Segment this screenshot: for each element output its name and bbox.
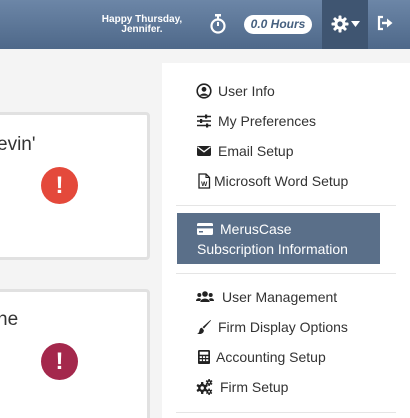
dashboard-card[interactable]: evin' ! bbox=[0, 112, 150, 260]
top-navbar: Happy Thursday, Jennifer. 0.0 Hours bbox=[0, 0, 410, 49]
word-document-icon: W bbox=[198, 173, 211, 189]
menu-item-label: User Info bbox=[218, 83, 275, 99]
menu-divider bbox=[176, 273, 396, 274]
menu-divider bbox=[176, 412, 396, 413]
stopwatch-icon[interactable] bbox=[209, 14, 227, 34]
menu-item-label: User Management bbox=[222, 289, 338, 305]
menu-item-subscription-information[interactable]: MerusCase Subscription Information bbox=[177, 213, 380, 264]
menu-item-user-management[interactable]: User Management bbox=[162, 282, 410, 312]
menu-item-label: Microsoft Word Setup bbox=[214, 173, 349, 189]
menu-item-label: MerusCase bbox=[220, 221, 292, 237]
exclamation-icon: ! bbox=[41, 167, 78, 204]
users-icon bbox=[196, 291, 214, 302]
caret-down-icon bbox=[351, 21, 360, 27]
svg-text:W: W bbox=[201, 181, 208, 188]
cogs-icon bbox=[196, 379, 213, 395]
menu-item-label: Email Setup bbox=[218, 143, 294, 159]
menu-item-accounting-setup[interactable]: Accounting Setup bbox=[162, 342, 410, 372]
menu-item-user-info[interactable]: User Info bbox=[162, 76, 410, 106]
credit-card-icon bbox=[197, 223, 213, 235]
exclamation-icon: ! bbox=[41, 343, 78, 380]
menu-item-firm-display-options[interactable]: Firm Display Options bbox=[162, 312, 410, 342]
dashboard-card[interactable]: ne ! bbox=[0, 289, 150, 418]
greeting: Happy Thursday, Jennifer. bbox=[96, 15, 188, 35]
sign-out-icon[interactable] bbox=[377, 15, 393, 31]
menu-item-label: Firm Setup bbox=[220, 379, 289, 395]
settings-menu-button[interactable] bbox=[322, 0, 368, 49]
menu-item-firm-setup[interactable]: Firm Setup bbox=[162, 372, 410, 402]
menu-item-label: My Preferences bbox=[218, 113, 317, 129]
greeting-line2: Jennifer. bbox=[121, 24, 163, 35]
envelope-icon bbox=[197, 146, 211, 156]
menu-item-label: Firm Display Options bbox=[218, 319, 348, 335]
menu-item-email-setup[interactable]: Email Setup bbox=[162, 136, 410, 166]
menu-item-microsoft-word-setup[interactable]: W Microsoft Word Setup bbox=[162, 166, 410, 196]
sliders-icon bbox=[197, 114, 211, 128]
menu-divider bbox=[176, 205, 396, 206]
card-title: evin' bbox=[0, 134, 36, 155]
settings-dropdown-menu: User Info My Preferences Email Setup W M… bbox=[162, 63, 410, 418]
card-title: ne bbox=[0, 309, 19, 330]
user-circle-icon bbox=[196, 83, 212, 99]
menu-item-label: Subscription Information bbox=[197, 241, 348, 257]
calculator-icon bbox=[198, 350, 210, 364]
menu-item-label: Accounting Setup bbox=[216, 349, 326, 365]
gear-icon bbox=[331, 15, 349, 33]
menu-item-my-preferences[interactable]: My Preferences bbox=[162, 106, 410, 136]
paint-brush-icon bbox=[197, 320, 211, 334]
hours-badge[interactable]: 0.0 Hours bbox=[244, 15, 312, 34]
